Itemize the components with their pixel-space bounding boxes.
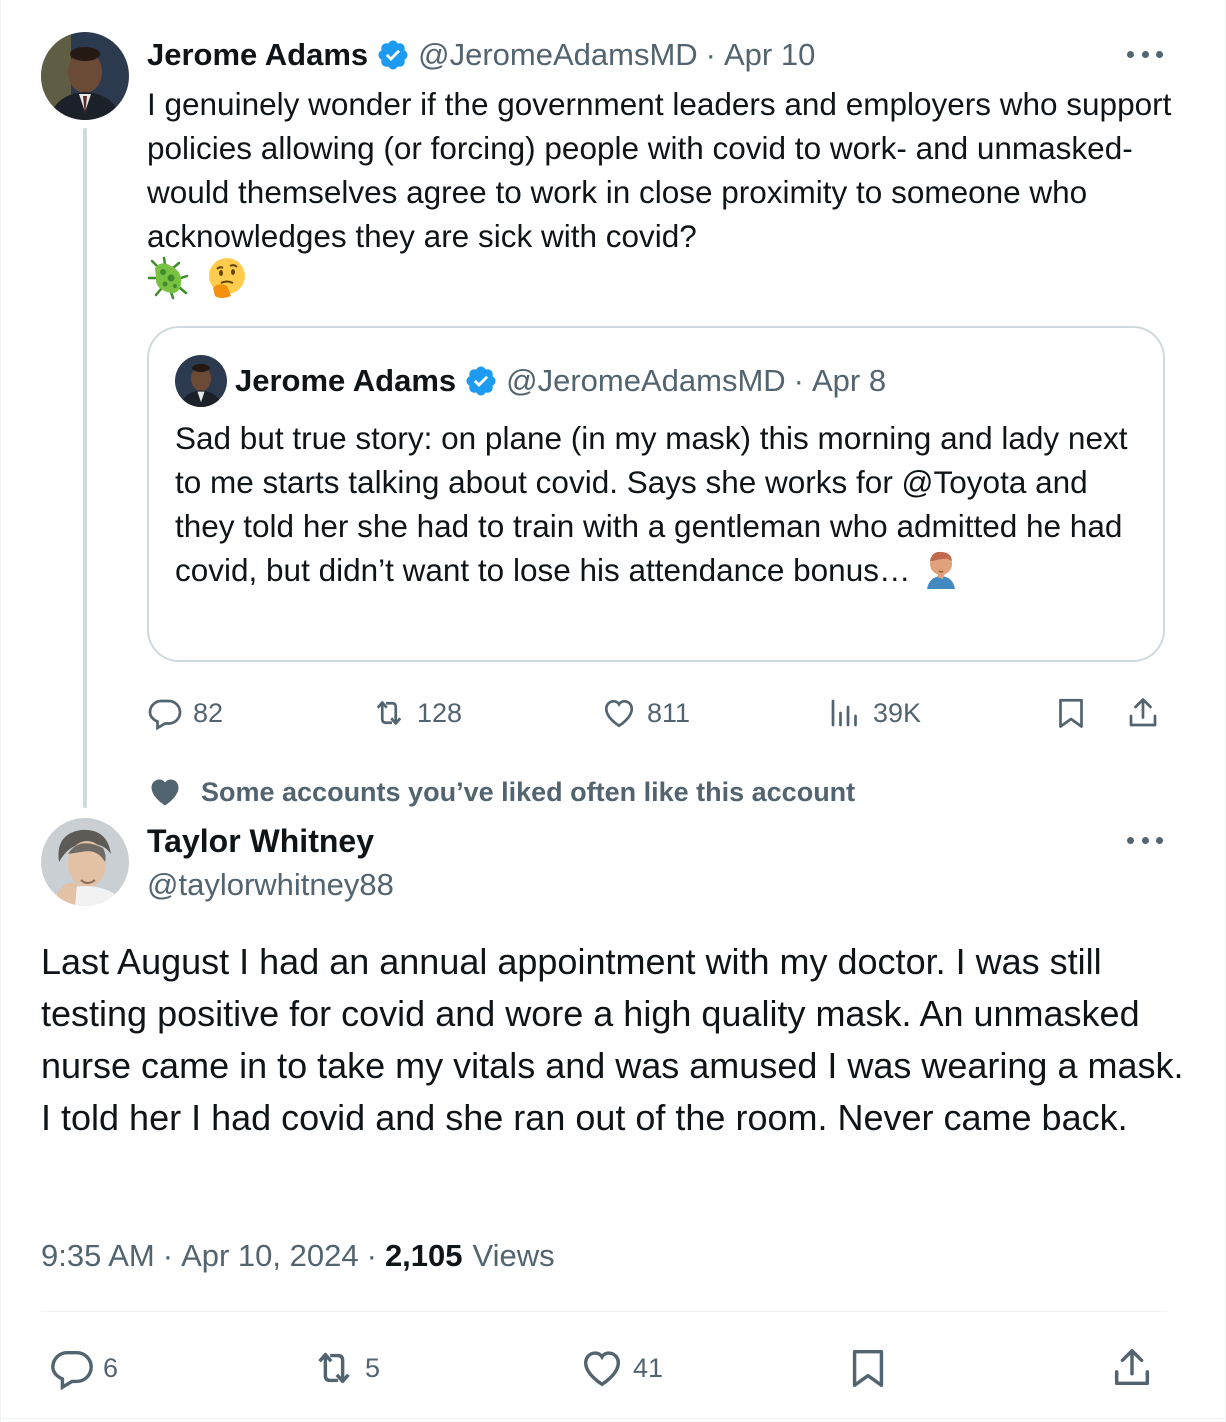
analytics-icon <box>831 699 857 727</box>
reply-button[interactable]: 82 <box>147 690 223 736</box>
microbe-emoji-icon <box>147 256 191 305</box>
repost-count: 128 <box>417 697 463 728</box>
quoted-author-name[interactable]: Jerome Adams <box>235 363 456 399</box>
separator-dot: · <box>793 363 804 398</box>
reply-icon <box>51 1350 93 1391</box>
social-context-text: Some accounts you’ve liked often like th… <box>201 776 856 807</box>
taylor-whitney-avatar[interactable] <box>41 818 129 906</box>
like-count: 811 <box>647 697 691 728</box>
reply-button[interactable]: 6 <box>49 1340 118 1396</box>
separator-dot: · <box>705 37 716 72</box>
views-label: Views <box>472 1238 555 1273</box>
quoted-author-handle: @JeromeAdamsMD <box>506 363 786 398</box>
jerome-adams-avatar[interactable] <box>41 32 129 120</box>
more-options-icon[interactable] <box>1127 834 1163 846</box>
tweet-metadata: 9:35 AM · Apr 10, 2024 · 2,105 Views <box>41 1232 555 1280</box>
quoted-author-avatar[interactable] <box>175 355 227 407</box>
tweet-date[interactable]: Apr 10 <box>724 37 815 73</box>
tweet-full-date[interactable]: Apr 10, 2024 <box>181 1238 359 1274</box>
heart-icon <box>583 1351 621 1387</box>
thinking-face-emoji-icon <box>205 256 249 305</box>
man-facepalming-emoji-icon <box>923 549 959 600</box>
parent-tweet-actions: 82 128 811 39K <box>147 690 1167 736</box>
share-button[interactable] <box>1125 690 1171 736</box>
reply-icon <box>148 699 182 731</box>
verified-badge-icon <box>464 364 498 398</box>
heart-icon <box>151 779 179 806</box>
author-handle[interactable]: @JeromeAdamsMD <box>418 37 698 73</box>
views-count: 39K <box>873 697 922 728</box>
author-name[interactable]: Jerome Adams <box>147 37 368 73</box>
repost-icon <box>376 701 402 725</box>
verified-badge-icon <box>376 38 410 72</box>
thread-line <box>83 128 87 808</box>
more-options-icon[interactable] <box>1127 48 1163 60</box>
reply-tweet-actions: 6 5 41 <box>41 1340 1167 1396</box>
repost-count: 5 <box>365 1352 381 1383</box>
repost-button[interactable]: 5 <box>311 1340 380 1396</box>
parent-tweet-text: I genuinely wonder if the government lea… <box>147 86 1172 254</box>
like-button[interactable]: 41 <box>579 1340 663 1396</box>
tweet-time[interactable]: 9:35 AM <box>41 1238 155 1274</box>
repost-icon <box>318 1352 350 1384</box>
repost-button[interactable]: 128 <box>371 690 462 736</box>
bookmark-button[interactable] <box>1053 690 1099 736</box>
reply-tweet-text: Last August I had an annual appointment … <box>41 941 1184 1138</box>
reply-author-handle[interactable]: @taylorwhitney88 <box>147 864 394 906</box>
quoted-tweet-header: Jerome Adams @JeromeAdamsMD · Apr 8 <box>175 354 886 408</box>
divider <box>41 1311 1167 1312</box>
timeline-frame: Jerome Adams @JeromeAdamsMD · Apr 10 I g… <box>0 0 1226 1422</box>
social-context: Some accounts you’ve liked often like th… <box>147 770 855 814</box>
like-count: 41 <box>633 1352 664 1383</box>
quoted-tweet-body: Sad but true story: on plane (in my mask… <box>175 420 1128 588</box>
bookmark-button[interactable] <box>845 1340 899 1396</box>
share-button[interactable] <box>1109 1340 1163 1396</box>
views-button[interactable]: 39K <box>827 690 921 736</box>
reply-count: 82 <box>193 697 224 728</box>
heart-icon <box>604 699 634 728</box>
bookmark-icon <box>1059 698 1083 728</box>
share-icon <box>1114 1349 1150 1386</box>
separator-dot: · <box>162 1238 174 1273</box>
emoji-row <box>147 256 249 304</box>
divider <box>1 1418 1226 1419</box>
like-button[interactable]: 811 <box>601 690 690 736</box>
views-count: 2,105 <box>384 1238 463 1273</box>
bookmark-icon <box>852 1349 884 1387</box>
quoted-tweet-date: Apr 8 <box>811 363 887 398</box>
share-icon <box>1129 698 1157 727</box>
parent-tweet-header: Jerome Adams @JeromeAdamsMD · Apr 10 <box>147 34 815 76</box>
reply-author-name[interactable]: Taylor Whitney <box>147 820 374 862</box>
quoted-tweet-card[interactable]: Jerome Adams @JeromeAdamsMD · Apr 8 Sad … <box>147 326 1165 662</box>
separator-dot: · <box>366 1238 377 1273</box>
quoted-tweet-text: Sad but true story: on plane (in my mask… <box>175 416 1145 600</box>
reply-count: 6 <box>103 1352 119 1383</box>
